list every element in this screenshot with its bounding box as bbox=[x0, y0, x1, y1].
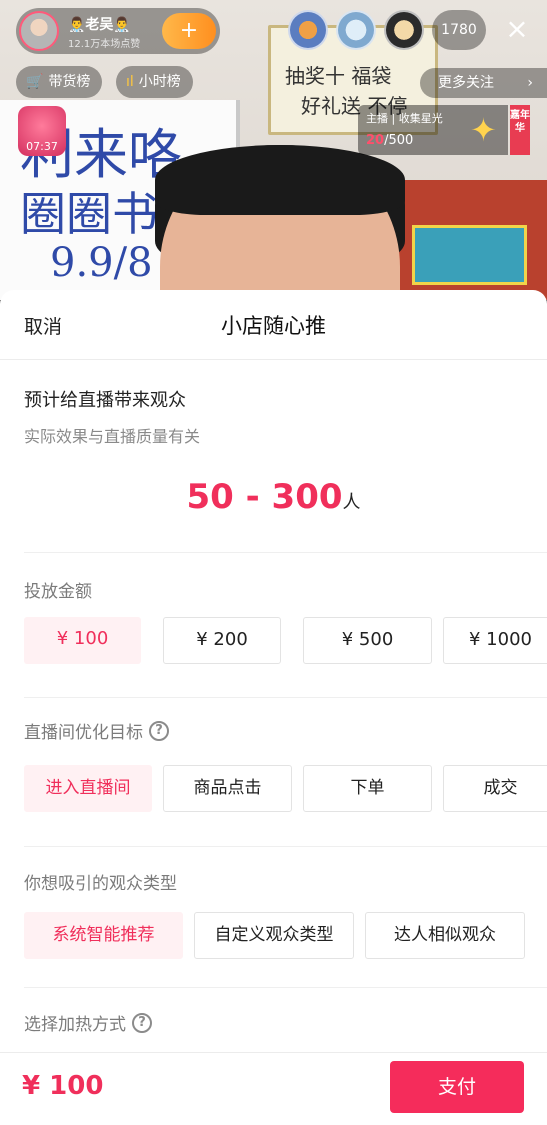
host-name: 👨‍⚕️老吴👨‍⚕️ bbox=[68, 17, 131, 33]
promotion-sheet: 取消 小店随心推 预计给直播带来观众 实际效果与直播质量有关 50 - 300人… bbox=[0, 290, 547, 1125]
sheet-footer: ¥ 100 支付 bbox=[0, 1052, 547, 1125]
viewer-avatar-2[interactable] bbox=[336, 10, 376, 50]
board-line-3: 9.9/8 bbox=[50, 240, 153, 286]
audience-label: 你想吸引的观众类型 bbox=[24, 869, 177, 894]
total-amount: ¥ 100 bbox=[22, 1071, 104, 1101]
audience-option-custom[interactable]: 自定义观众类型 bbox=[194, 912, 354, 959]
audience-option-similar[interactable]: 达人相似观众 bbox=[365, 912, 525, 959]
chip-label: 带货榜 bbox=[48, 74, 91, 90]
audience-option-smart[interactable]: 系统智能推荐 bbox=[24, 912, 183, 959]
host-likes: 12.1万本场点赞 bbox=[68, 39, 141, 50]
sales-ranking-chip[interactable]: 🛒 带货榜 bbox=[16, 66, 103, 98]
sign-line-1: 抽奖十 福袋 bbox=[285, 64, 392, 88]
amount-option-100[interactable]: ¥ 100 bbox=[24, 617, 141, 664]
help-icon[interactable]: ? bbox=[132, 1012, 152, 1033]
host-info[interactable]: 👨‍⚕️老吴👨‍⚕️ 12.1万本场点赞 + bbox=[16, 8, 220, 54]
amount-label: 投放金额 bbox=[24, 577, 92, 602]
timed-gift-badge[interactable]: 07:37 bbox=[18, 106, 66, 156]
book-cover bbox=[412, 225, 527, 285]
amount-option-200[interactable]: ¥ 200 bbox=[163, 617, 281, 664]
goal-label: 直播间优化目标 ? bbox=[24, 718, 169, 743]
estimate-subtitle: 实际效果与直播质量有关 bbox=[24, 427, 201, 446]
avatar[interactable] bbox=[19, 11, 59, 51]
chip-label: 小时榜 bbox=[138, 74, 181, 90]
goal-label-text: 直播间优化目标 bbox=[24, 723, 143, 743]
more-follow-label: 更多关注 bbox=[438, 75, 494, 91]
star-icon: ✦ bbox=[470, 111, 497, 149]
help-icon[interactable]: ? bbox=[149, 720, 169, 741]
goal-option-deal[interactable]: 成交 bbox=[443, 765, 547, 812]
sheet-header: 取消 小店随心推 bbox=[0, 290, 547, 360]
hourly-ranking-chip[interactable]: ıl 小时榜 bbox=[116, 66, 193, 98]
star-progress: 20/500 bbox=[366, 133, 413, 148]
cart-icon: 🛒 bbox=[26, 74, 44, 90]
divider bbox=[24, 846, 547, 847]
viewer-avatar-1[interactable] bbox=[288, 10, 328, 50]
host-hair-top bbox=[155, 145, 405, 215]
board-line-2: 圈圈书 bbox=[20, 187, 158, 241]
timer-text: 07:37 bbox=[26, 140, 58, 153]
carnival-badge[interactable]: 嘉年华 bbox=[510, 105, 530, 155]
amount-label-text: 投放金额 bbox=[24, 582, 92, 602]
divider bbox=[24, 552, 547, 553]
goal-option-order[interactable]: 下单 bbox=[303, 765, 432, 812]
goal-option-enter-room[interactable]: 进入直播间 bbox=[24, 765, 152, 812]
follow-button[interactable]: + bbox=[162, 13, 216, 49]
divider bbox=[24, 697, 547, 698]
amount-option-1000[interactable]: ¥ 1000 bbox=[443, 617, 547, 664]
divider bbox=[24, 987, 547, 988]
star-collect-card[interactable]: 主播 | 收集星光 20/500 ✦ bbox=[358, 105, 508, 155]
star-card-title: 主播 | 收集星光 bbox=[366, 112, 443, 125]
estimate-title: 预计给直播带来观众 bbox=[24, 390, 186, 411]
estimate-value: 50 - 300人 bbox=[0, 477, 547, 517]
audience-label-text: 你想吸引的观众类型 bbox=[24, 874, 177, 894]
plus-icon: + bbox=[179, 18, 199, 43]
close-icon[interactable]: × bbox=[500, 12, 534, 46]
heating-label: 选择加热方式 ? bbox=[24, 1010, 152, 1035]
viewer-avatar-3[interactable] bbox=[384, 10, 424, 50]
estimate-range: 50 - 300 bbox=[186, 477, 343, 517]
bar-chart-icon: ıl bbox=[126, 74, 134, 90]
star-current: 20 bbox=[366, 133, 385, 148]
pay-button[interactable]: 支付 bbox=[390, 1061, 524, 1113]
star-total: /500 bbox=[384, 133, 414, 148]
sheet-title: 小店随心推 bbox=[221, 314, 326, 338]
estimate-unit: 人 bbox=[342, 492, 361, 513]
goal-option-product-click[interactable]: 商品点击 bbox=[163, 765, 292, 812]
more-follow-button[interactable]: 更多关注 › bbox=[420, 68, 547, 98]
viewer-count[interactable]: 1780 bbox=[432, 10, 486, 50]
chevron-right-icon: › bbox=[527, 75, 533, 91]
amount-option-500[interactable]: ¥ 500 bbox=[303, 617, 432, 664]
heating-label-text: 选择加热方式 bbox=[24, 1015, 126, 1035]
